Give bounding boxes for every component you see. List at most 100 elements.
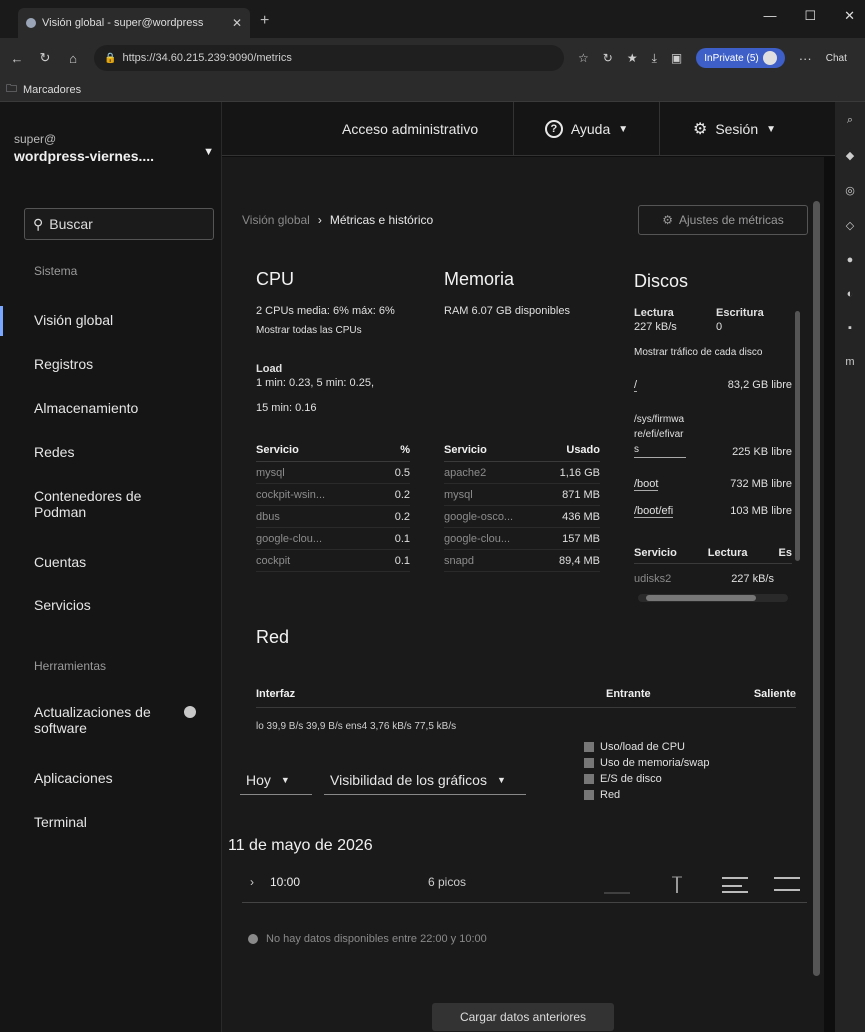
caret-down-icon: ▼ — [280, 774, 290, 785]
nav-item-accounts[interactable]: Cuentas — [34, 554, 214, 570]
table-row[interactable]: google-clou... 0.1 — [256, 528, 410, 550]
nav-item-podman[interactable]: Contenedores de Podman — [34, 488, 174, 520]
close-tab-icon[interactable]: ✕ — [232, 16, 242, 30]
maximize-icon[interactable]: ☐ — [804, 8, 816, 24]
nav-item-storage[interactable]: Almacenamiento — [34, 400, 214, 416]
edge-sidebar: ⌕ ◆ ◎ ◇ ● ◐ ▪ m — [835, 102, 865, 1032]
disks-title: Discos — [634, 271, 689, 291]
col-write: Es — [778, 547, 792, 559]
gear-icon: ⚙ — [692, 121, 708, 138]
bookmarks-folder[interactable]: Marcadores — [23, 84, 81, 96]
host-switcher[interactable]: super@ wordpress-viernes.... ▼ — [14, 132, 214, 164]
window-controls: — ☐ ✕ — [763, 8, 855, 24]
disks-vertical-scrollbar[interactable] — [795, 311, 800, 561]
table-row[interactable]: dbus 0.2 — [256, 506, 410, 528]
help-icon: ? — [544, 120, 563, 138]
favorite-star-icon[interactable]: ☆ — [578, 51, 589, 66]
outlook-icon[interactable]: ◐ — [847, 288, 854, 300]
table-row[interactable]: mysql 871 MB — [444, 484, 600, 506]
m-icon[interactable]: m — [845, 356, 854, 368]
nav-item-networking[interactable]: Redes — [34, 444, 214, 460]
office-icon[interactable]: ● — [847, 254, 854, 266]
table-row[interactable]: google-clou... 157 MB — [444, 528, 600, 550]
load-earlier-data-button[interactable]: Cargar datos anteriores — [432, 1003, 614, 1031]
search-sidebar-icon[interactable]: ⌕ — [847, 114, 853, 127]
games-icon[interactable]: ◇ — [846, 219, 854, 232]
nav-item-logs[interactable]: Registros — [34, 356, 214, 372]
cpu-sparkline — [604, 892, 630, 894]
close-window-icon[interactable]: ✕ — [844, 8, 855, 24]
service-value: 0.2 — [394, 488, 410, 501]
refresh-page-icon[interactable]: ↻ — [603, 51, 613, 66]
col-interface: Interfaz — [256, 688, 296, 700]
search-input[interactable]: ⚲ Buscar — [24, 208, 214, 240]
breadcrumb-overview-link[interactable]: Visión global — [242, 213, 310, 227]
disks-horizontal-scrollbar[interactable] — [638, 594, 788, 602]
collections-icon[interactable]: ▣ — [671, 51, 682, 66]
table-row[interactable]: mysql 0.5 — [256, 462, 410, 484]
table-row[interactable]: google-osco... 436 MB — [444, 506, 600, 528]
mount-row[interactable]: /sys/firmwa re/efi/efivar s 225 KB libre — [634, 412, 792, 458]
nav-item-terminal[interactable]: Terminal — [34, 814, 214, 830]
range-select[interactable]: Hoy ▼ — [240, 765, 312, 795]
reload-icon[interactable]: ↻ — [38, 50, 52, 66]
tools-icon[interactable]: ◎ — [845, 184, 855, 197]
service-value: 436 MB — [562, 510, 600, 523]
url-field[interactable]: 🔒 https://34.60.215.239:9090/metrics — [94, 45, 564, 71]
table-row[interactable]: udisks2 227 kB/s — [634, 573, 774, 585]
mount-free: 225 KB libre — [732, 446, 792, 458]
nav-item-software-updates[interactable]: Actualizaciones de software — [34, 704, 196, 736]
table-row[interactable]: snapd 89,4 MB — [444, 550, 600, 572]
cpu-load-label: Load — [256, 363, 283, 375]
mount-row[interactable]: /boot 732 MB libre — [634, 478, 792, 491]
url-text: https://34.60.215.239:9090/metrics — [122, 52, 292, 64]
metrics-settings-label: Ajustes de métricas — [679, 213, 784, 227]
nav-item-services[interactable]: Servicios — [34, 597, 214, 613]
chat-button[interactable]: Chat — [826, 53, 847, 64]
more-options-icon[interactable]: ··· — [799, 51, 812, 66]
minimize-icon[interactable]: — — [763, 8, 776, 24]
mount-row[interactable]: /boot/efi 103 MB libre — [634, 505, 792, 518]
graph-visibility-select[interactable]: Visibilidad de los gráficos ▼ — [324, 765, 526, 795]
history-hour-row[interactable]: › 10:00 6 picos — [242, 863, 807, 903]
metrics-settings-button[interactable]: ⚙ Ajustes de métricas — [638, 205, 808, 235]
scrollbar-thumb[interactable] — [646, 595, 756, 601]
service-name: cockpit-wsin... — [256, 488, 326, 501]
download-icon[interactable]: ⤓ — [652, 51, 657, 66]
disk-io-sparkline — [722, 877, 748, 893]
browser-tab[interactable]: Visión global - super@wordpress ✕ — [18, 8, 250, 38]
service-name: cockpit — [256, 554, 291, 567]
legend-item: Uso de memoria/swap — [584, 755, 709, 771]
cpu-show-all-link[interactable]: Mostrar todas las CPUs — [256, 325, 362, 336]
back-icon[interactable]: ← — [10, 51, 24, 66]
bookmarks-bar: 🗀 Marcadores — [0, 78, 865, 102]
service-value: 871 MB — [562, 488, 600, 501]
legend-swatch — [584, 774, 594, 784]
table-row[interactable]: cockpit 0.1 — [256, 550, 410, 572]
inprivate-badge[interactable]: InPrivate (5) — [696, 48, 785, 68]
mail-icon[interactable]: ▪ — [848, 322, 852, 334]
col-service: Servicio — [256, 443, 299, 456]
home-icon[interactable]: ⌂ — [66, 51, 80, 66]
table-row[interactable]: cockpit-wsin... 0.2 — [256, 484, 410, 506]
page-vertical-scrollbar[interactable] — [813, 201, 820, 976]
service-name: mysql — [444, 488, 473, 501]
table-row[interactable]: apache2 1,16 GB — [444, 462, 600, 484]
mount-row[interactable]: / 83,2 GB libre — [634, 379, 792, 392]
service-name: google-osco... — [444, 510, 514, 523]
shopping-icon[interactable]: ◆ — [846, 149, 854, 162]
favorites-icon[interactable]: ★ — [627, 51, 638, 66]
legend-swatch — [584, 742, 594, 752]
disks-panel[interactable]: Lectura Escritura 227 kB/s 0 Mostrar trá… — [634, 307, 802, 605]
nav-item-overview[interactable]: Visión global — [0, 306, 214, 336]
nav-item-applications[interactable]: Aplicaciones — [34, 770, 214, 786]
help-menu[interactable]: ? Ayuda ▼ — [513, 102, 659, 156]
admin-access-button[interactable]: Acceso administrativo — [342, 102, 478, 156]
new-tab-icon[interactable]: + — [260, 12, 269, 30]
service-value: 0.1 — [394, 532, 410, 545]
legend-item: Uso/load de CPU — [584, 739, 709, 755]
disk-show-traffic-link[interactable]: Mostrar tráfico de cada disco — [634, 347, 762, 358]
session-menu[interactable]: ⚙ Sesión ▼ — [659, 102, 809, 156]
service-name: dbus — [256, 510, 280, 523]
update-status-icon — [184, 706, 196, 718]
